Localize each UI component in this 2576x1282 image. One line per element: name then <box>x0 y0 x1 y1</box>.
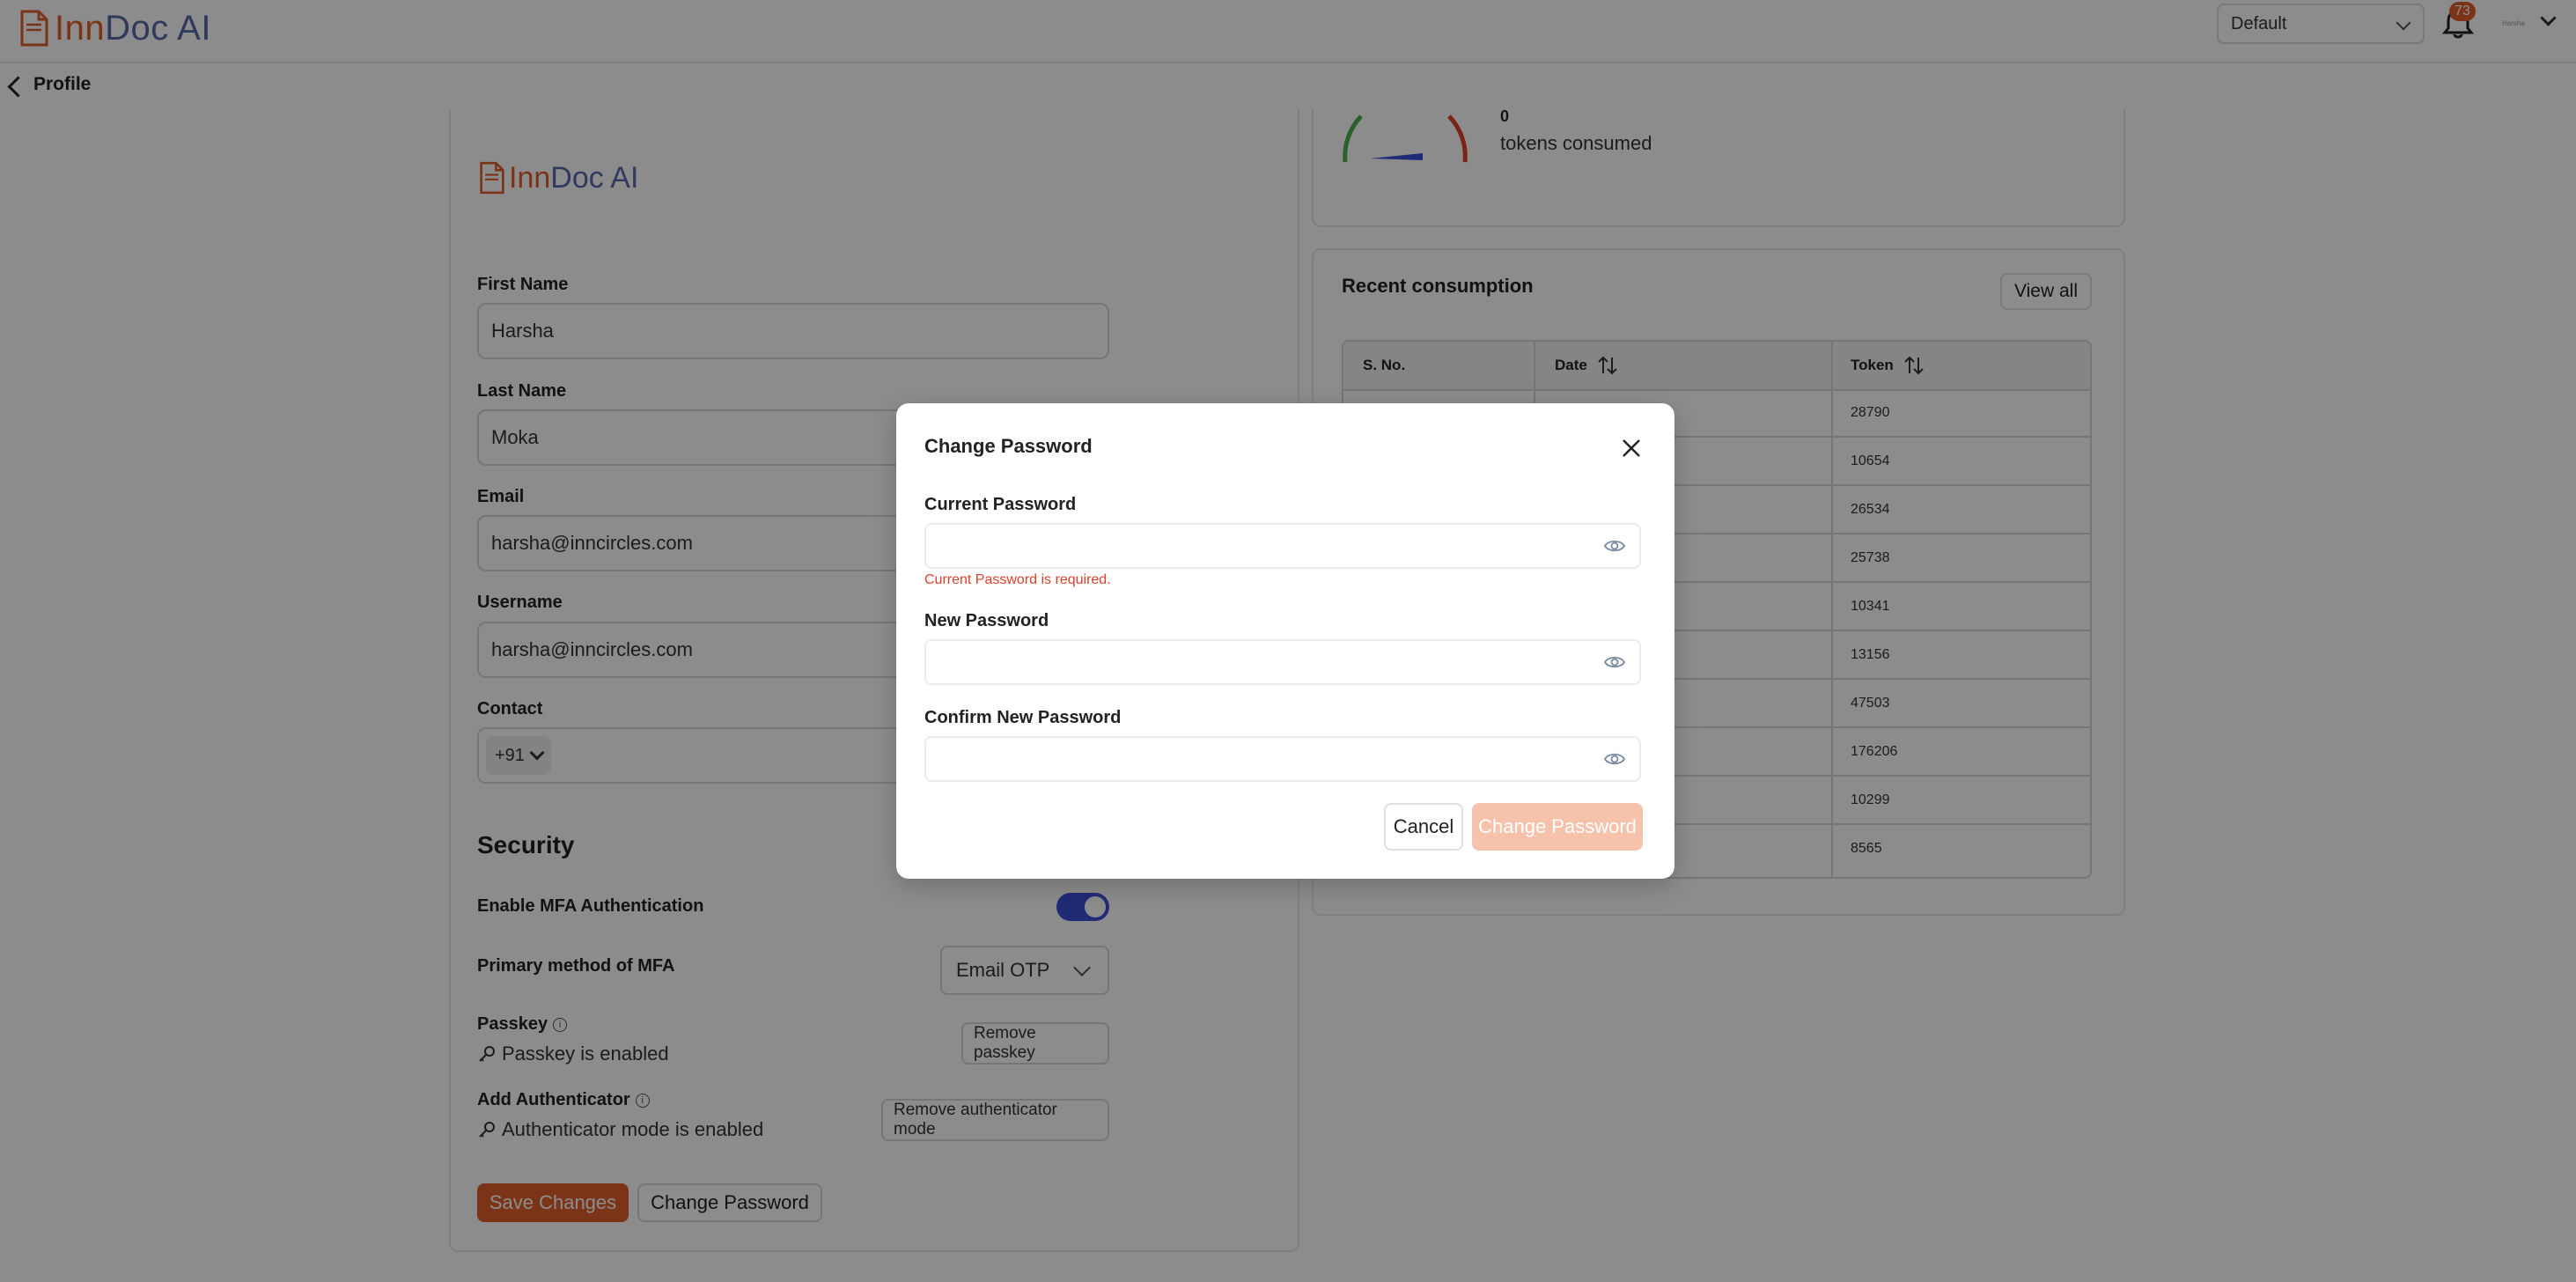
confirm-password-label: Confirm New Password <box>924 708 1122 727</box>
confirm-password-input[interactable] <box>924 736 1641 782</box>
close-icon[interactable] <box>1620 437 1643 460</box>
change-password-modal: Change Password Current Password Current… <box>896 403 1674 879</box>
submit-change-password-button[interactable]: Change Password <box>1472 803 1643 851</box>
current-password-label: Current Password <box>924 495 1077 514</box>
eye-icon[interactable] <box>1604 537 1625 555</box>
modal-title: Change Password <box>924 435 1093 457</box>
new-password-label: New Password <box>924 611 1049 630</box>
current-password-input[interactable] <box>924 523 1641 569</box>
eye-icon[interactable] <box>1604 653 1625 671</box>
new-password-input[interactable] <box>924 639 1641 685</box>
eye-icon[interactable] <box>1604 750 1625 768</box>
cancel-button[interactable]: Cancel <box>1384 803 1463 851</box>
current-password-error: Current Password is required. <box>924 572 1111 587</box>
